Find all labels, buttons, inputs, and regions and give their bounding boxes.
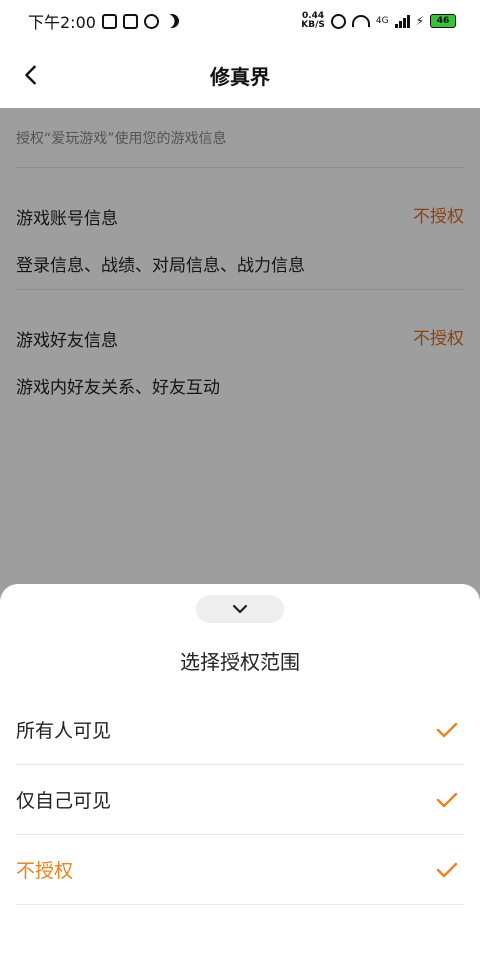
option-only-me[interactable]: 仅自己可见	[16, 765, 464, 835]
signal-icon	[394, 14, 410, 28]
check-icon	[436, 792, 458, 807]
wifi-icon	[351, 15, 370, 27]
scope-options: 所有人可见 仅自己可见 不授权	[16, 695, 464, 905]
battery-icon: 46	[430, 14, 456, 28]
page-title: 修真界	[210, 64, 270, 89]
authorization-scope-sheet: 选择授权范围 所有人可见 仅自己可见 不授权	[0, 584, 480, 960]
back-button[interactable]	[14, 58, 48, 92]
option-label: 不授权	[16, 860, 74, 882]
do-not-disturb-icon	[143, 13, 159, 29]
sheet-title: 选择授权范围	[180, 650, 300, 674]
status-bar-right: 0.44 KB/S 4G ⚡ 46	[301, 12, 456, 30]
weibo-icon	[122, 13, 138, 29]
battery-level: 46	[436, 16, 450, 26]
chevron-left-icon	[25, 65, 36, 85]
check-icon	[436, 862, 458, 877]
network-type: 4G	[375, 16, 389, 26]
status-bar-left: 下午2:00	[28, 9, 179, 33]
moon-icon	[162, 11, 181, 30]
option-everyone[interactable]: 所有人可见	[16, 695, 464, 765]
option-not-authorized[interactable]: 不授权	[16, 835, 464, 905]
network-speed-unit: KB/S	[301, 20, 325, 30]
app-header: 修真界	[0, 42, 480, 108]
option-label: 所有人可见	[16, 720, 112, 742]
notification-app-icon	[101, 13, 117, 29]
charging-icon: ⚡	[415, 14, 424, 28]
status-bar: 下午2:00 0.44 KB/S 4G ⚡ 46	[0, 0, 480, 42]
status-time: 下午2:00	[28, 13, 96, 32]
check-icon	[436, 722, 458, 737]
collapse-sheet-button[interactable]	[196, 595, 284, 623]
network-speed: 0.44 KB/S	[301, 12, 325, 30]
option-label: 仅自己可见	[16, 790, 112, 812]
chevron-down-icon	[232, 604, 248, 614]
alarm-icon	[330, 13, 346, 29]
